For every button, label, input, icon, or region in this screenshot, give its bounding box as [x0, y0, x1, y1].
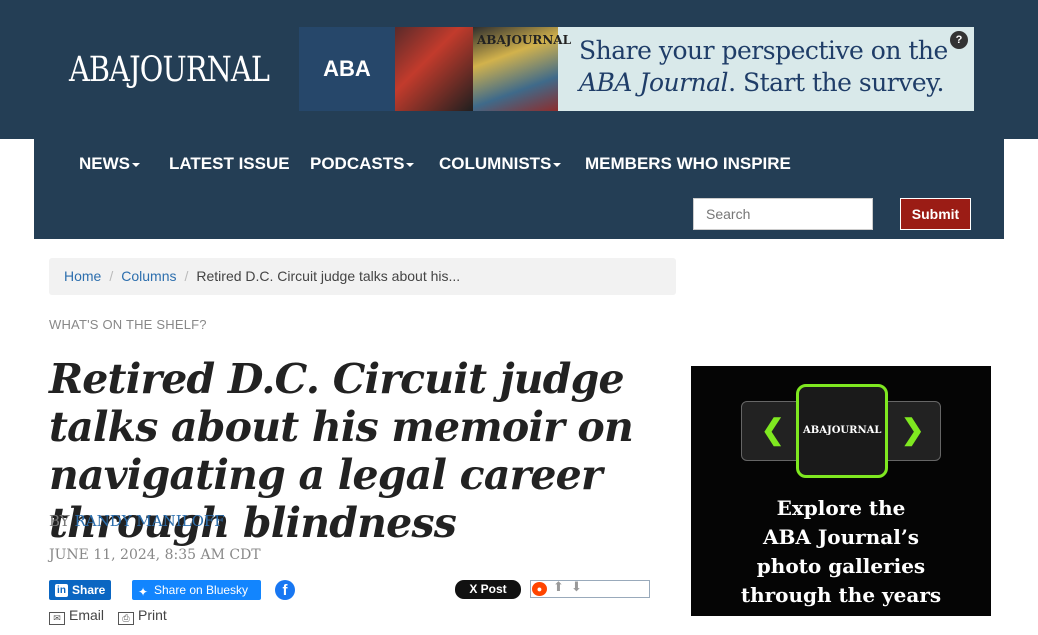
ad-line-2-rest: . Start the survey. — [728, 68, 944, 97]
linkedin-share-button[interactable]: in Share — [49, 580, 111, 600]
caret-down-icon — [406, 162, 415, 167]
submit-button[interactable]: Submit — [900, 198, 971, 230]
breadcrumb-current: Retired D.C. Circuit judge talks about h… — [196, 268, 461, 284]
nav-label: MEMBERS WHO INSPIRE — [585, 154, 791, 173]
magazine-masthead: ABAJOURNAL — [477, 33, 572, 47]
nav-item-columnists[interactable]: COLUMNISTS — [439, 154, 562, 174]
author-link[interactable]: RANDY MANILOFF — [74, 512, 224, 530]
chevron-right-icon: ❯ — [901, 414, 925, 445]
ad-help-icon[interactable]: ? — [950, 31, 968, 49]
nav-item-podcasts[interactable]: PODCASTS — [310, 154, 415, 174]
email-label: Email — [69, 607, 105, 623]
nav-item-latest-issue[interactable]: LATEST ISSUE — [169, 154, 290, 174]
publish-date: JUNE 11, 2024, 8:35 AM CDT — [49, 547, 261, 563]
ad-line-2: ABA Journal. Start the survey. — [579, 67, 959, 99]
x-post-button[interactable]: X Post — [455, 580, 521, 599]
printer-icon: ⎙ — [118, 612, 134, 625]
magazine-cover-image: ABAJOURNAL — [473, 27, 571, 111]
facebook-icon[interactable]: f — [275, 580, 295, 600]
linkedin-icon: in — [55, 584, 68, 598]
nav-label: PODCASTS — [310, 154, 405, 173]
email-link[interactable]: ✉ Email — [49, 607, 104, 625]
bluesky-share-label: Share on Bluesky — [154, 583, 249, 597]
downvote-arrow-icon[interactable]: ⬇ — [571, 579, 582, 595]
nav-label: LATEST ISSUE — [169, 154, 290, 173]
reddit-icon: ● — [532, 582, 547, 596]
nav-item-members-who-inspire[interactable]: MEMBERS WHO INSPIRE — [585, 154, 791, 174]
article-kicker[interactable]: WHAT'S ON THE SHELF? — [49, 317, 207, 332]
main-nav: NEWS LATEST ISSUE PODCASTS COLUMNISTS ME… — [34, 139, 1004, 239]
site-header: ABAJOURNAL ABA ABAJOURNAL Share your per… — [0, 0, 1038, 139]
ad-line-1: Share your perspective on the — [579, 36, 948, 65]
photo-gallery-ad[interactable]: ABAJOURNAL ❮ ❯ Explore the ABA Journal’s… — [691, 366, 991, 616]
upvote-arrow-icon[interactable]: ⬆ — [553, 579, 564, 595]
breadcrumb-separator: / — [184, 268, 189, 284]
chevron-left-icon: ❮ — [761, 414, 785, 445]
nav-label: NEWS — [79, 154, 130, 173]
caret-down-icon — [553, 162, 562, 167]
ad-text-line: through the years — [740, 583, 942, 607]
caret-down-icon — [132, 162, 140, 167]
byline: BY RANDY MANILOFF — [49, 512, 225, 530]
ad-text-line: Explore the — [776, 496, 906, 520]
ad-line-2-em: ABA Journal — [579, 68, 729, 97]
bluesky-share-button[interactable]: ✦ Share on Bluesky — [132, 580, 261, 600]
nav-item-news[interactable]: NEWS — [79, 154, 140, 174]
nav-label: COLUMNISTS — [439, 154, 552, 173]
site-logo[interactable]: ABAJOURNAL — [69, 50, 270, 90]
byline-prefix: BY — [49, 512, 70, 530]
envelope-icon: ✉ — [49, 612, 65, 625]
ad-text: Explore the ABA Journal’s photo gallerie… — [691, 494, 991, 610]
breadcrumb-columns[interactable]: Columns — [121, 268, 176, 284]
breadcrumb-home[interactable]: Home — [64, 268, 101, 284]
gallery-frame-label: ABAJOURNAL — [803, 425, 882, 436]
linkedin-share-label: Share — [72, 583, 106, 597]
reddit-vote-widget[interactable]: ● ⬆ ⬇ — [530, 579, 650, 598]
ad-text-line: photo galleries — [756, 554, 926, 578]
search-input[interactable] — [693, 198, 873, 230]
magazine-cover-image — [395, 27, 473, 111]
print-label: Print — [138, 607, 167, 623]
breadcrumb: Home / Columns / Retired D.C. Circuit judge … — [49, 258, 676, 295]
butterfly-icon: ✦ — [138, 585, 149, 599]
breadcrumb-separator: / — [109, 268, 114, 284]
header-ad-banner[interactable]: ABA ABAJOURNAL Share your perspective on… — [299, 27, 974, 111]
aba-logo: ABA — [299, 27, 395, 111]
ad-text: Share your perspective on the ABA Journa… — [579, 35, 959, 99]
print-link[interactable]: ⎙ Print — [118, 607, 167, 625]
ad-text-line: ABA Journal’s — [762, 525, 920, 549]
gallery-frame-center: ABAJOURNAL — [796, 384, 888, 478]
